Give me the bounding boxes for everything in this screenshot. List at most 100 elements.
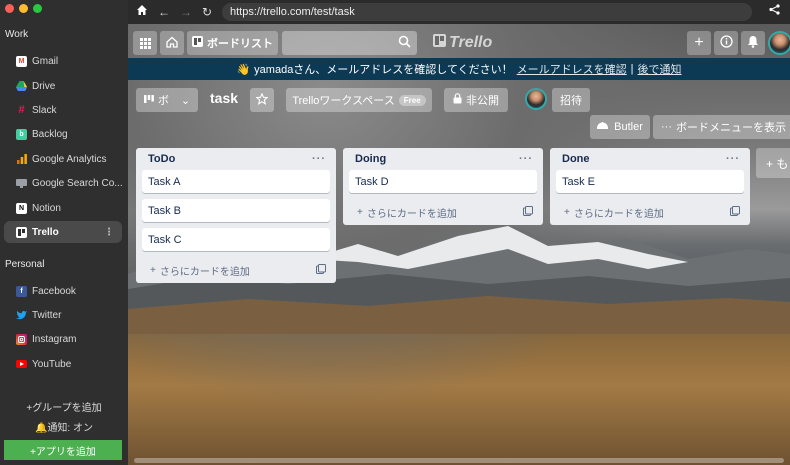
card-title: Task B: [148, 204, 182, 217]
card-template-icon[interactable]: [730, 205, 740, 219]
sidebar-item-twitter[interactable]: Twitter: [4, 304, 122, 326]
list-menu-icon[interactable]: ···: [312, 153, 326, 165]
sidebar-item-backlog[interactable]: b Backlog: [4, 123, 122, 145]
plus-icon: +: [150, 264, 156, 276]
add-group-link[interactable]: +グループを追加: [0, 399, 128, 414]
board-menu-button[interactable]: ··· ボードメニューを表示: [653, 115, 790, 139]
butler-icon: [597, 121, 609, 133]
notifications-toggle[interactable]: 🔔通知: オン: [0, 419, 128, 434]
card[interactable]: Task C: [142, 228, 330, 251]
list-header[interactable]: ToDo ···: [136, 148, 336, 170]
notifications-button[interactable]: [741, 31, 765, 55]
close-window-button[interactable]: [5, 4, 14, 13]
board-view-switcher[interactable]: ボ ⌄: [136, 88, 198, 112]
add-card-button[interactable]: + さらにカードを追加: [136, 257, 336, 283]
card[interactable]: Task B: [142, 199, 330, 222]
back-arrow-icon[interactable]: ←: [158, 4, 170, 20]
info-button[interactable]: [714, 31, 738, 55]
notifications-label: 通知: オン: [47, 423, 93, 434]
sidebar-item-google-search-console[interactable]: Google Search Co...: [4, 172, 122, 194]
url-bar[interactable]: https://trello.com/test/task: [222, 3, 752, 21]
board-header: ボ ⌄ task Trelloワークスペース Free 非公開 招待 Butle…: [128, 86, 790, 139]
card-template-icon[interactable]: [523, 205, 533, 219]
sidebar-item-label: Slack: [32, 104, 57, 116]
sidebar-item-slack[interactable]: # Slack: [4, 99, 122, 121]
confirm-email-link[interactable]: メールアドレスを確認: [517, 61, 627, 77]
chevron-down-icon: ⌄: [180, 94, 191, 107]
home-icon[interactable]: [136, 4, 148, 20]
list-menu-icon[interactable]: ···: [726, 153, 740, 165]
board-menu-label: ボードメニューを表示: [676, 122, 786, 134]
sidebar-item-label: Facebook: [32, 285, 76, 297]
list-title[interactable]: Doing: [355, 153, 386, 165]
forward-arrow-icon[interactable]: →: [180, 4, 192, 20]
sidebar-item-notion[interactable]: N Notion: [4, 197, 122, 219]
home-button[interactable]: [160, 31, 184, 55]
add-list-button[interactable]: + も: [756, 148, 790, 178]
list-title[interactable]: ToDo: [148, 153, 175, 165]
card-title: Task A: [148, 175, 181, 188]
bell-icon: 🔔: [34, 423, 48, 434]
sidebar-item-instagram[interactable]: Instagram: [4, 328, 122, 350]
minimize-window-button[interactable]: [19, 4, 28, 13]
list-done: Done ··· Task E + さらにカードを追加: [550, 148, 750, 225]
share-icon[interactable]: [769, 4, 780, 18]
search-input[interactable]: [282, 31, 417, 55]
list-menu-icon[interactable]: ···: [519, 153, 533, 165]
more-options-icon[interactable]: ⋮: [104, 227, 114, 238]
card[interactable]: Task D: [349, 170, 537, 193]
card[interactable]: Task A: [142, 170, 330, 193]
trello-logo-text: Trello: [449, 34, 493, 51]
list-title[interactable]: Done: [562, 153, 590, 165]
star-board-button[interactable]: [250, 88, 274, 112]
boards-button[interactable]: ボードリスト: [187, 31, 278, 55]
board-title[interactable]: task: [210, 90, 238, 106]
drive-icon: [16, 81, 27, 92]
reload-icon[interactable]: ↻: [202, 4, 212, 20]
remind-later-link[interactable]: 後で通知: [638, 61, 682, 77]
slack-icon: #: [18, 104, 25, 116]
create-button[interactable]: +: [687, 31, 711, 55]
add-app-button[interactable]: +アプリを追加: [4, 440, 122, 460]
email-confirm-banner: 👋 yamadaさん、メールアドレスを確認してください！ メールアドレスを確認 …: [128, 58, 790, 80]
user-avatar[interactable]: [768, 31, 790, 55]
star-icon: [255, 91, 269, 108]
workspace-label: Trelloワークスペース: [292, 95, 395, 107]
sidebar-item-gmail[interactable]: M Gmail: [4, 50, 122, 72]
card-title: Task C: [148, 233, 182, 246]
member-avatar[interactable]: [525, 88, 547, 110]
sidebar-item-youtube[interactable]: YouTube: [4, 353, 122, 375]
card-template-icon[interactable]: [316, 263, 326, 277]
trello-logo[interactable]: Trello: [433, 34, 492, 52]
bell-icon: [747, 35, 759, 51]
add-card-button[interactable]: + さらにカードを追加: [550, 199, 750, 225]
lock-icon: [453, 93, 462, 107]
invite-button[interactable]: 招待: [552, 88, 590, 112]
free-badge: Free: [398, 94, 426, 106]
apps-grid-button[interactable]: [133, 31, 157, 55]
sidebar-item-facebook[interactable]: f Facebook: [4, 280, 122, 302]
gmail-icon: M: [16, 55, 27, 67]
sidebar-item-google-analytics[interactable]: Google Analytics: [4, 148, 122, 170]
visibility-button[interactable]: 非公開: [444, 88, 508, 112]
sidebar-item-label: Gmail: [32, 55, 59, 67]
visibility-label: 非公開: [466, 95, 499, 107]
card-title: Task D: [355, 175, 389, 188]
sidebar-item-label: Notion: [32, 202, 61, 214]
workspace-button[interactable]: Trelloワークスペース Free: [286, 88, 432, 112]
card[interactable]: Task E: [556, 170, 744, 193]
banner-message: yamadaさん、メールアドレスを確認してください！: [254, 64, 513, 76]
add-card-button[interactable]: + さらにカードを追加: [343, 199, 543, 225]
list-header[interactable]: Doing ···: [343, 148, 543, 170]
list-header[interactable]: Done ···: [550, 148, 750, 170]
facebook-icon: f: [16, 285, 27, 297]
butler-button[interactable]: Butler: [590, 115, 650, 139]
zoom-window-button[interactable]: [33, 4, 42, 13]
horizontal-scrollbar[interactable]: [134, 458, 784, 463]
trello-icon: [16, 226, 27, 238]
sidebar-item-trello[interactable]: Trello ⋮: [4, 221, 122, 243]
plus-icon: +: [357, 206, 363, 218]
plus-icon: +: [564, 206, 570, 218]
sidebar-item-drive[interactable]: Drive: [4, 75, 122, 97]
card-title: Task E: [562, 175, 596, 188]
